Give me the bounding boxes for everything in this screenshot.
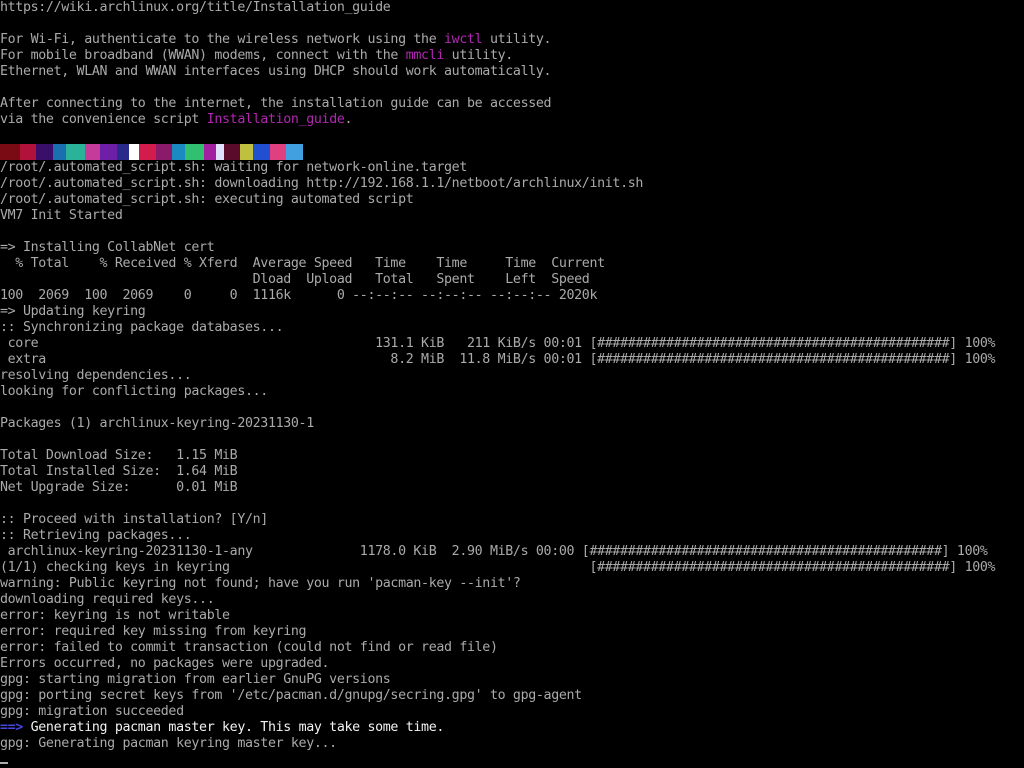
downloading-keys-line: downloading required keys...	[0, 592, 215, 607]
glitch-block	[285, 144, 303, 160]
sync-databases-line: :: Synchronizing package databases...	[0, 320, 284, 335]
glitch-block	[171, 144, 186, 160]
curl-progress-row: 100 2069 100 2069 0 0 1116k 0 --:--:-- -…	[0, 288, 598, 303]
curl-header-1: % Total % Received % Xferd Average Speed…	[0, 256, 605, 271]
packages-line: Packages (1) archlinux-keyring-20231130-…	[0, 416, 314, 431]
collabnet-cert-line: => Installing CollabNet cert	[0, 240, 215, 255]
glitch-block	[253, 144, 271, 160]
glitch-block	[100, 144, 118, 160]
keyring-warning-line: warning: Public keyring not found; have …	[0, 576, 521, 591]
gpg-line-1: gpg: starting migration from earlier Gnu…	[0, 672, 391, 687]
text-cursor	[0, 762, 8, 764]
glitch-block	[20, 144, 36, 160]
iwctl-highlight: iwctl	[444, 32, 483, 47]
wiki-url: https://wiki.archlinux.org/title/Install…	[0, 0, 391, 15]
dhcp-hint: Ethernet, WLAN and WWAN interfaces using…	[0, 64, 552, 79]
glitch-block	[139, 144, 157, 160]
gpg-line-2: gpg: porting secret keys from '/etc/pacm…	[0, 688, 582, 703]
script-line-2: /root/.automated_script.sh: downloading …	[0, 176, 644, 191]
checking-keys-row: (1/1) checking keys in keyring [########…	[0, 560, 996, 575]
init-started-line: VM7 Init Started	[0, 208, 123, 223]
net-upgrade-line: Net Upgrade Size: 0.01 MiB	[0, 480, 238, 495]
updating-keyring-line: => Updating keyring	[0, 304, 146, 319]
glitch-block	[215, 144, 225, 160]
arrow-prefix: ==>	[0, 720, 23, 735]
wwan-hint: For mobile broadband (WWAN) modems, conn…	[0, 48, 1024, 64]
core-db-row: core 131.1 KiB 211 KiB/s 00:01 [########…	[0, 336, 996, 351]
package-download-row: archlinux-keyring-20231130-1-any 1178.0 …	[0, 544, 988, 559]
glitch-block	[35, 144, 53, 160]
error-line-1: error: keyring is not writable	[0, 608, 230, 623]
glitch-block	[203, 144, 216, 160]
glitch-block	[239, 144, 254, 160]
guide-hint-pre: via the convenience script	[0, 112, 207, 127]
errors-occurred-line: Errors occurred, no packages were upgrad…	[0, 656, 330, 671]
wwan-hint-pre: For mobile broadband (WWAN) modems, conn…	[0, 48, 406, 63]
master-key-text: Generating pacman master key. This may t…	[22, 720, 445, 735]
conflicts-line: looking for conflicting packages...	[0, 384, 268, 399]
wifi-hint: For Wi-Fi, authenticate to the wireless …	[0, 32, 1024, 48]
script-line-1: /root/.automated_script.sh: waiting for …	[0, 160, 467, 175]
gpg-line-4: gpg: Generating pacman keyring master ke…	[0, 736, 337, 751]
curl-header-2: Dload Upload Total Spent Left Speed	[0, 272, 590, 287]
retrieving-line: :: Retrieving packages...	[0, 528, 192, 543]
guide-hint-1: After connecting to the internet, the in…	[0, 96, 552, 111]
glitch-block	[84, 144, 101, 160]
master-key-line: ==> Generating pacman master key. This m…	[0, 720, 1024, 736]
glitch-block	[117, 144, 130, 160]
resolving-deps-line: resolving dependencies...	[0, 368, 192, 383]
wwan-hint-post: utility.	[444, 48, 514, 63]
installation-guide-highlight: Installation_guide	[206, 112, 345, 127]
glitch-block	[156, 144, 172, 160]
graphics-glitch-strip	[0, 144, 1024, 160]
total-download-line: Total Download Size: 1.15 MiB	[0, 448, 238, 463]
glitch-block	[129, 144, 140, 160]
wifi-hint-post: utility.	[482, 32, 552, 47]
error-line-3: error: failed to commit transaction (cou…	[0, 640, 498, 655]
mmcli-highlight: mmcli	[405, 48, 445, 63]
glitch-block	[224, 144, 240, 160]
guide-hint-2: via the convenience script Installation_…	[0, 112, 1024, 128]
glitch-block	[185, 144, 204, 160]
glitch-block	[66, 144, 85, 160]
terminal-screen[interactable]: https://wiki.archlinux.org/title/Install…	[0, 0, 1024, 768]
wifi-hint-pre: For Wi-Fi, authenticate to the wireless …	[0, 32, 445, 47]
error-line-2: error: required key missing from keyring	[0, 624, 307, 639]
total-installed-line: Total Installed Size: 1.64 MiB	[0, 464, 238, 479]
guide-hint-post: .	[344, 112, 353, 127]
script-line-3: /root/.automated_script.sh: executing au…	[0, 192, 414, 207]
gpg-line-3: gpg: migration succeeded	[0, 704, 184, 719]
proceed-prompt: :: Proceed with installation? [Y/n]	[0, 512, 268, 527]
extra-db-row: extra 8.2 MiB 11.8 MiB/s 00:01 [########…	[0, 352, 996, 367]
glitch-block	[52, 144, 67, 160]
glitch-block	[0, 144, 21, 160]
glitch-block	[270, 144, 286, 160]
